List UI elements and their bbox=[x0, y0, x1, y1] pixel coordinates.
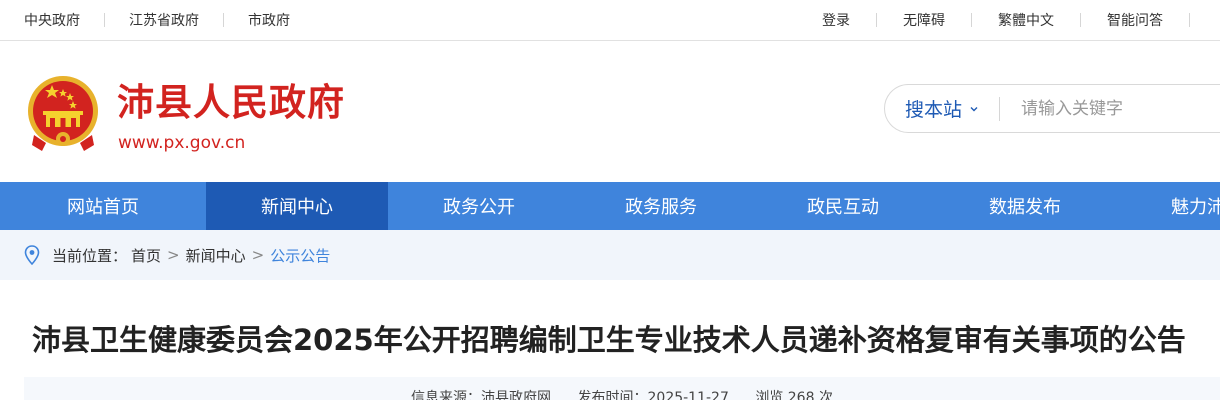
location-pin-icon bbox=[24, 245, 40, 265]
traditional-chinese-link[interactable]: 繁體中文 bbox=[998, 10, 1054, 30]
link-city-government[interactable]: 市政府 bbox=[248, 10, 290, 30]
breadcrumb-home[interactable]: 首页 bbox=[131, 245, 161, 266]
separator bbox=[223, 13, 224, 27]
top-bar: 中央政府 江苏省政府 市政府 登录 无障碍 繁體中文 智能问答 bbox=[0, 0, 1220, 41]
breadcrumb-separator: > bbox=[167, 246, 180, 264]
nav-item-charming-peixian[interactable]: 魅力沛县 bbox=[1116, 182, 1220, 230]
article-date: 发布时间：2025-11-27 bbox=[577, 390, 729, 400]
accessibility-link[interactable]: 无障碍 bbox=[903, 10, 945, 30]
nav-item-government-services[interactable]: 政务服务 bbox=[570, 182, 752, 230]
site-url: www.px.gov.cn bbox=[118, 133, 246, 153]
separator bbox=[971, 13, 972, 27]
breadcrumb-public-notices[interactable]: 公示公告 bbox=[270, 245, 330, 266]
search-divider bbox=[999, 97, 1000, 121]
site-header: 沛县人民政府 www.px.gov.cn 搜本站 bbox=[0, 41, 1220, 182]
article-title: 沛县卫生健康委员会2025年公开招聘编制卫生专业技术人员递补资格复审有关事项的公… bbox=[32, 323, 1186, 357]
link-central-government[interactable]: 中央政府 bbox=[24, 10, 80, 30]
login-link[interactable]: 登录 bbox=[822, 10, 850, 30]
article-meta-bar: 信息来源：沛县政府网 发布时间：2025-11-27 浏览 268 次 bbox=[24, 377, 1220, 400]
search-input[interactable] bbox=[1021, 93, 1220, 124]
separator bbox=[1080, 13, 1081, 27]
breadcrumb-separator: > bbox=[251, 246, 265, 264]
breadcrumb: 当前位置： 首页 > 新闻中心 > 公示公告 bbox=[0, 230, 1220, 280]
nav-item-news-center[interactable]: 新闻中心 bbox=[206, 182, 388, 230]
main-nav: 网站首页 新闻中心 政务公开 政务服务 政民互动 数据发布 魅力沛县 bbox=[0, 182, 1220, 230]
search-box: 搜本站 bbox=[884, 84, 1220, 133]
article-meta: 信息来源：沛县政府网 发布时间：2025-11-27 浏览 268 次 bbox=[24, 387, 1220, 400]
breadcrumb-news-center[interactable]: 新闻中心 bbox=[186, 245, 246, 266]
top-bar-left-links: 中央政府 江苏省政府 市政府 bbox=[24, 0, 290, 40]
national-emblem-icon[interactable] bbox=[26, 73, 100, 153]
breadcrumb-prefix: 当前位置： bbox=[52, 246, 128, 265]
article-source: 信息来源：沛县政府网 bbox=[411, 390, 552, 400]
separator bbox=[876, 13, 877, 27]
search-scope-dropdown[interactable]: 搜本站 bbox=[905, 85, 978, 132]
separator bbox=[1189, 13, 1190, 27]
smart-qa-link[interactable]: 智能问答 bbox=[1107, 10, 1163, 30]
top-bar-right-links: 登录 无障碍 繁體中文 智能问答 bbox=[822, 0, 1216, 40]
search-scope-label: 搜本站 bbox=[905, 99, 963, 121]
nav-item-government-affairs[interactable]: 政务公开 bbox=[388, 182, 570, 230]
site-title[interactable]: 沛县人民政府 bbox=[117, 79, 345, 127]
separator bbox=[104, 13, 105, 27]
nav-item-data-release[interactable]: 数据发布 bbox=[934, 182, 1116, 230]
link-jiangsu-government[interactable]: 江苏省政府 bbox=[129, 10, 199, 30]
chevron-down-icon bbox=[970, 106, 978, 111]
nav-item-home[interactable]: 网站首页 bbox=[0, 182, 206, 230]
article-views: 浏览 268 次 bbox=[755, 390, 833, 400]
nav-item-public-interaction[interactable]: 政民互动 bbox=[752, 182, 934, 230]
